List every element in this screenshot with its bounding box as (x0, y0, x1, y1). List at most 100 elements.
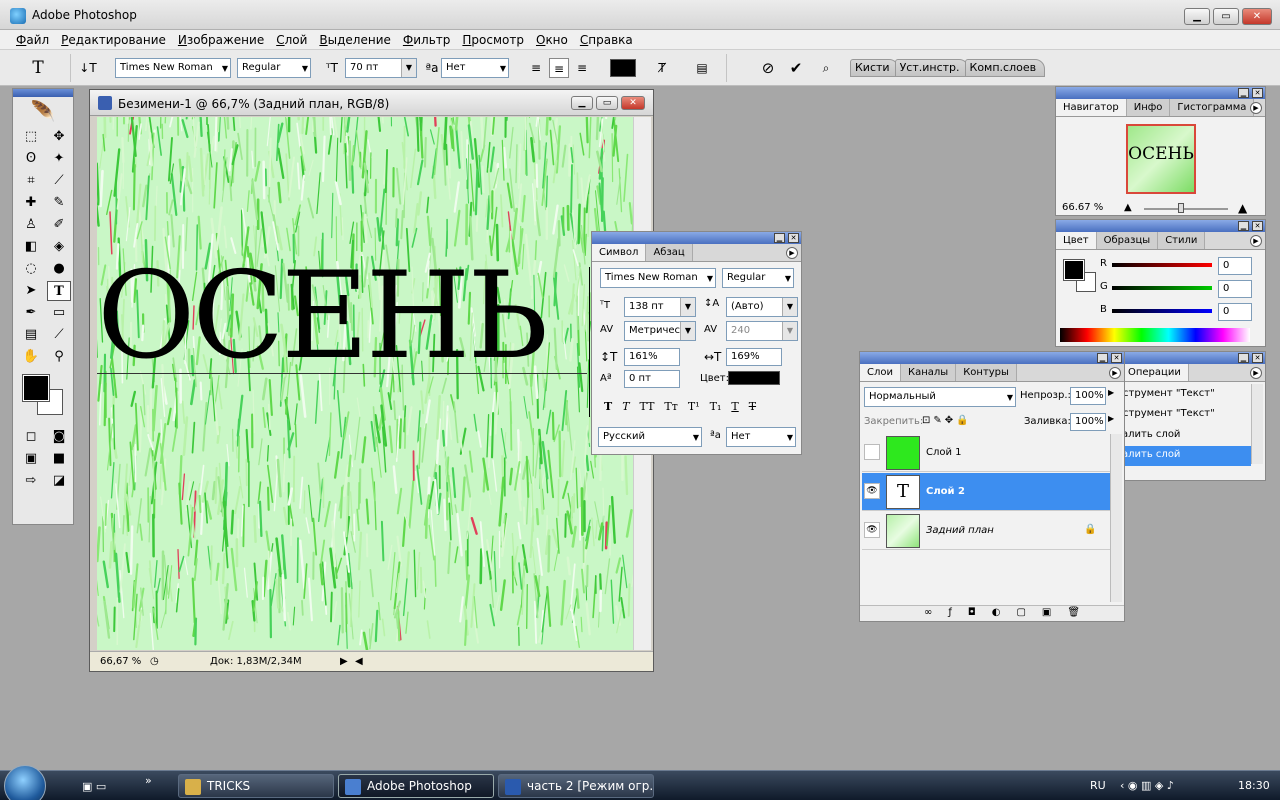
marquee-tool-icon[interactable]: ⬚ (19, 127, 43, 147)
panel-close-button[interactable]: ✕ (1252, 221, 1263, 231)
leading-field[interactable]: (Авто) ▼ (726, 297, 798, 317)
b-value-input[interactable]: 0 (1218, 303, 1252, 321)
type-tool-preset-icon[interactable]: T (28, 58, 48, 78)
tab-info[interactable]: Инфо (1126, 99, 1171, 116)
layers-scrollbar[interactable] (1110, 434, 1122, 602)
faux-bold-button[interactable]: T (604, 400, 612, 413)
language-indicator[interactable]: RU (1090, 779, 1106, 792)
task-button[interactable]: часть 2 [Режим огр... (498, 774, 654, 798)
standard-mode-icon[interactable]: ◻ (19, 427, 43, 447)
palette-well-tab-comps[interactable]: Комп.слоев (964, 59, 1046, 77)
character-font-family-select[interactable]: Times New Roman ▼ (600, 268, 716, 288)
menu-view[interactable]: Просмотр (456, 30, 530, 49)
font-family-select[interactable]: Times New Roman ▼ (115, 58, 231, 78)
g-slider[interactable] (1112, 286, 1212, 290)
lasso-tool-icon[interactable]: ʘ (19, 149, 43, 169)
commit-edit-icon[interactable]: ✔ (786, 58, 806, 78)
menu-image[interactable]: Изображение (172, 30, 270, 49)
panel-minimize-button[interactable]: ▁ (1238, 88, 1249, 98)
panel-minimize-button[interactable]: ▁ (1238, 353, 1249, 363)
blur-tool-icon[interactable]: ◌ (19, 259, 43, 279)
clock[interactable]: 18:30 (1238, 779, 1270, 792)
font-size-field[interactable]: 70 пт ▼ (345, 58, 417, 78)
jump-to-imageready-icon[interactable]: ⇨ (19, 471, 43, 491)
eye-icon[interactable]: 👁 (864, 483, 880, 499)
tab-styles[interactable]: Стили (1158, 232, 1206, 249)
navigator-preview[interactable]: ОСЕНЬ (1126, 124, 1196, 194)
tab-history[interactable]: Операции (1121, 364, 1189, 381)
lock-icons[interactable]: ⊡✎✥🔒 (922, 415, 972, 426)
hand-tool-icon[interactable]: ✋ (19, 347, 43, 367)
minimize-button[interactable]: ▁ (1184, 8, 1210, 25)
tab-histogram[interactable]: Гистограмма (1170, 99, 1255, 116)
fill-input[interactable]: 100% (1070, 413, 1106, 431)
opacity-input[interactable]: 100% (1070, 387, 1106, 405)
task-button-active[interactable]: Adobe Photoshop (338, 774, 494, 798)
panel-close-button[interactable]: ✕ (1252, 353, 1263, 363)
layer-actions-icons[interactable]: ∞ƒ◘◐▢▣🗑 (924, 607, 1096, 618)
align-right-icon[interactable]: ≡ (572, 58, 592, 78)
dodge-tool-icon[interactable]: ● (47, 259, 71, 279)
tab-navigator[interactable]: Навигатор (1056, 99, 1127, 116)
antialias-select[interactable]: Нет ▼ (441, 58, 509, 78)
panel-header[interactable]: ▁ ✕ (1056, 220, 1265, 232)
healing-brush-tool-icon[interactable]: ✚ (19, 193, 43, 213)
tab-color[interactable]: Цвет (1056, 232, 1097, 249)
brush-tool-icon[interactable]: ✎ (47, 193, 71, 213)
imageready-icon[interactable]: ◪ (47, 471, 71, 491)
document-close-button[interactable]: ✕ (621, 96, 645, 110)
crop-tool-icon[interactable]: ⌗ (19, 171, 43, 191)
panel-minimize-button[interactable]: ▁ (1238, 221, 1249, 231)
g-value-input[interactable]: 0 (1218, 280, 1252, 298)
fill-arrow-icon[interactable]: ▶ (1108, 414, 1114, 423)
zoom-tool-icon[interactable]: ⚲ (47, 347, 71, 367)
palette-well-tab-brushes[interactable]: Кисти (850, 59, 899, 77)
warp-text-icon[interactable]: Ⱦ (652, 58, 672, 78)
navigator-zoom[interactable]: 66.67 % (1062, 202, 1103, 213)
b-slider[interactable] (1112, 309, 1212, 313)
menu-select[interactable]: Выделение (313, 30, 396, 49)
subscript-button[interactable]: T₁ (710, 400, 722, 413)
panel-header[interactable]: ▁ ✕ (592, 232, 801, 244)
menu-edit[interactable]: Редактирование (55, 30, 172, 49)
panel-menu-icon[interactable]: ▶ (786, 247, 798, 259)
panel-header[interactable]: ▁ ✕ (1101, 352, 1265, 364)
tab-paragraph[interactable]: Абзац (646, 244, 693, 261)
magic-wand-tool-icon[interactable]: ✦ (47, 149, 71, 169)
menu-file[interactable]: Файл (10, 30, 55, 49)
history-item[interactable]: Инструмент "Текст" (1109, 408, 1249, 419)
eyedropper-tool-icon[interactable]: ⟋ (47, 325, 71, 345)
tab-layers[interactable]: Слои (860, 364, 901, 381)
align-center-icon[interactable]: ≡ (549, 58, 569, 78)
faux-italic-button[interactable]: T (622, 400, 629, 413)
blend-mode-select[interactable]: Нормальный ▼ (864, 387, 1016, 407)
vertical-scale-input[interactable]: 161% (624, 348, 680, 366)
all-caps-button[interactable]: TT (640, 400, 655, 413)
layer-row[interactable]: 👁 Задний план 🔒 (862, 512, 1110, 550)
menu-help[interactable]: Справка (574, 30, 639, 49)
tray-icons[interactable]: ‹ ◉ ▥ ◈ ♪ (1120, 779, 1174, 792)
character-font-style-select[interactable]: Regular ▼ (722, 268, 794, 288)
panel-menu-icon[interactable]: ▶ (1109, 367, 1121, 379)
history-item[interactable]: Удалить слой (1109, 429, 1249, 440)
eye-icon[interactable]: 👁 (864, 522, 880, 538)
layer-visibility-toggle[interactable] (864, 444, 880, 460)
menu-layer[interactable]: Слой (270, 30, 313, 49)
move-tool-icon[interactable]: ✥ (47, 127, 71, 147)
color-spectrum-bar[interactable] (1060, 328, 1250, 342)
zoom-in-icon[interactable]: ▲ (1238, 201, 1247, 215)
document-zoom-readout[interactable]: 66,67 % (100, 656, 141, 667)
tracking-field[interactable]: 240 ▼ (726, 321, 798, 341)
panel-close-button[interactable]: ✕ (1111, 353, 1122, 363)
panel-close-button[interactable]: ✕ (788, 233, 799, 243)
status-menu-arrow-icon[interactable]: ▶ (340, 656, 348, 667)
tab-channels[interactable]: Каналы (901, 364, 957, 381)
document-minimize-button[interactable]: ▁ (571, 96, 593, 110)
character-size-field[interactable]: 138 пт ▼ (624, 297, 696, 317)
screen-mode-icon[interactable]: ▣ (19, 449, 43, 469)
panel-close-button[interactable]: ✕ (1252, 88, 1263, 98)
type-tool-icon[interactable]: T (47, 281, 71, 301)
cancel-edit-icon[interactable]: ⊘ (758, 58, 778, 78)
path-selection-tool-icon[interactable]: ➤ (19, 281, 43, 301)
zoom-out-icon[interactable]: ▲ (1124, 202, 1132, 213)
